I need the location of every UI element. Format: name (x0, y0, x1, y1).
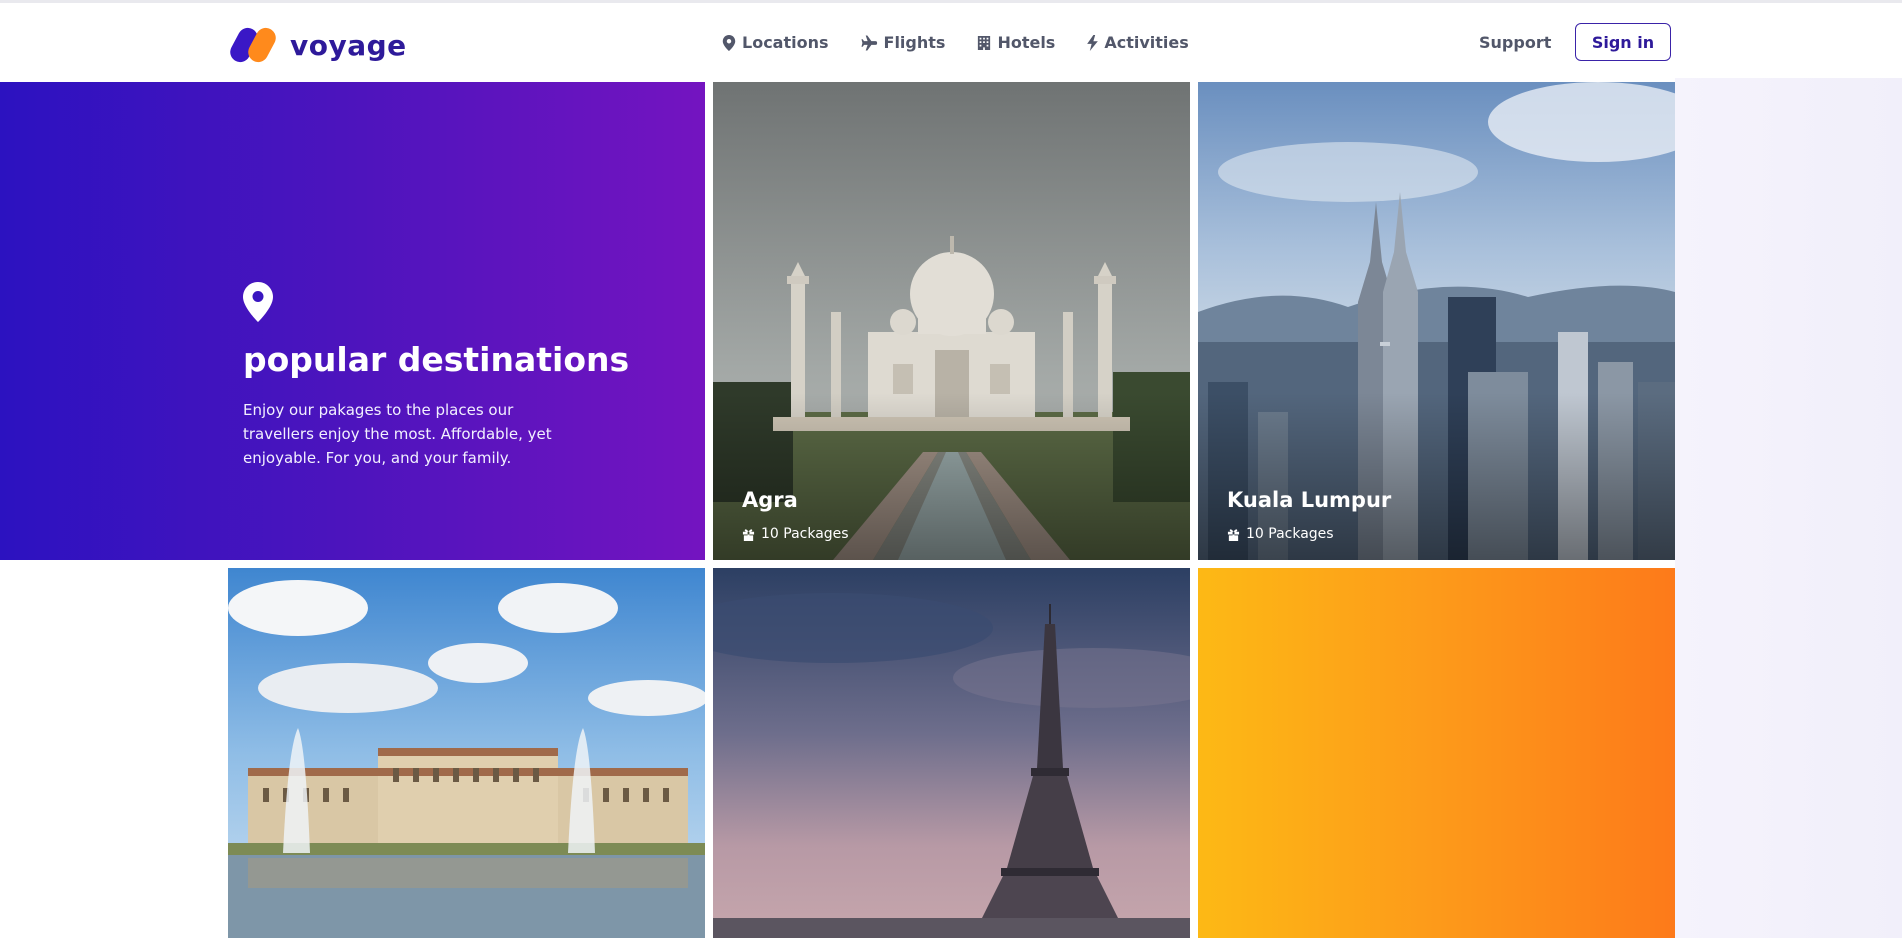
destination-card-kuala-lumpur[interactable]: Kuala Lumpur 10 Packages (1198, 82, 1675, 560)
nav-item-label: Hotels (997, 33, 1056, 52)
plane-icon (860, 34, 877, 51)
destination-name: Agra (742, 488, 798, 512)
palace-fountains-photo (228, 568, 705, 938)
nav-item-activities[interactable]: Activities (1087, 33, 1189, 52)
nav-item-label: Locations (742, 33, 829, 52)
gift-icon (1227, 528, 1240, 541)
main-nav: Locations Flights Hotels Activities (722, 33, 1189, 52)
map-pin-icon (722, 34, 736, 51)
destination-card-agra[interactable]: Agra 10 Packages (713, 82, 1190, 560)
brand-logo[interactable]: voyage (226, 24, 407, 66)
bolt-icon (1087, 34, 1099, 51)
destination-card-paris[interactable] (713, 568, 1190, 938)
map-pin-icon (243, 282, 273, 322)
section-title: popular destinations (243, 340, 630, 379)
support-link[interactable]: Support (1479, 33, 1551, 52)
package-count-label: 10 Packages (1246, 526, 1334, 542)
gift-icon (742, 528, 755, 541)
nav-item-locations[interactable]: Locations (722, 33, 829, 52)
nav-item-flights[interactable]: Flights (860, 33, 946, 52)
package-count-label: 10 Packages (761, 526, 849, 542)
nav-item-label: Flights (883, 33, 946, 52)
logo-icon (226, 24, 280, 66)
nav-item-label: Activities (1104, 33, 1189, 52)
section-description: Enjoy our pakages to the places our trav… (243, 401, 552, 467)
package-count: 10 Packages (742, 526, 849, 542)
page-right-background (1675, 78, 1902, 938)
eiffel-tower-photo (713, 568, 1190, 938)
brand-name: voyage (290, 28, 407, 62)
destination-name: Kuala Lumpur (1227, 488, 1392, 512)
promo-panel (1198, 568, 1675, 938)
package-count: 10 Packages (1227, 526, 1334, 542)
site-header: voyage Locations Flights Hotels Activiti… (0, 3, 1902, 78)
nav-item-hotels[interactable]: Hotels (977, 33, 1055, 52)
popular-destinations-panel: popular destinations Enjoy our pakages t… (0, 82, 705, 560)
building-icon (978, 35, 991, 50)
destination-card-palace[interactable] (228, 568, 705, 938)
sign-in-button[interactable]: Sign in (1575, 23, 1671, 61)
